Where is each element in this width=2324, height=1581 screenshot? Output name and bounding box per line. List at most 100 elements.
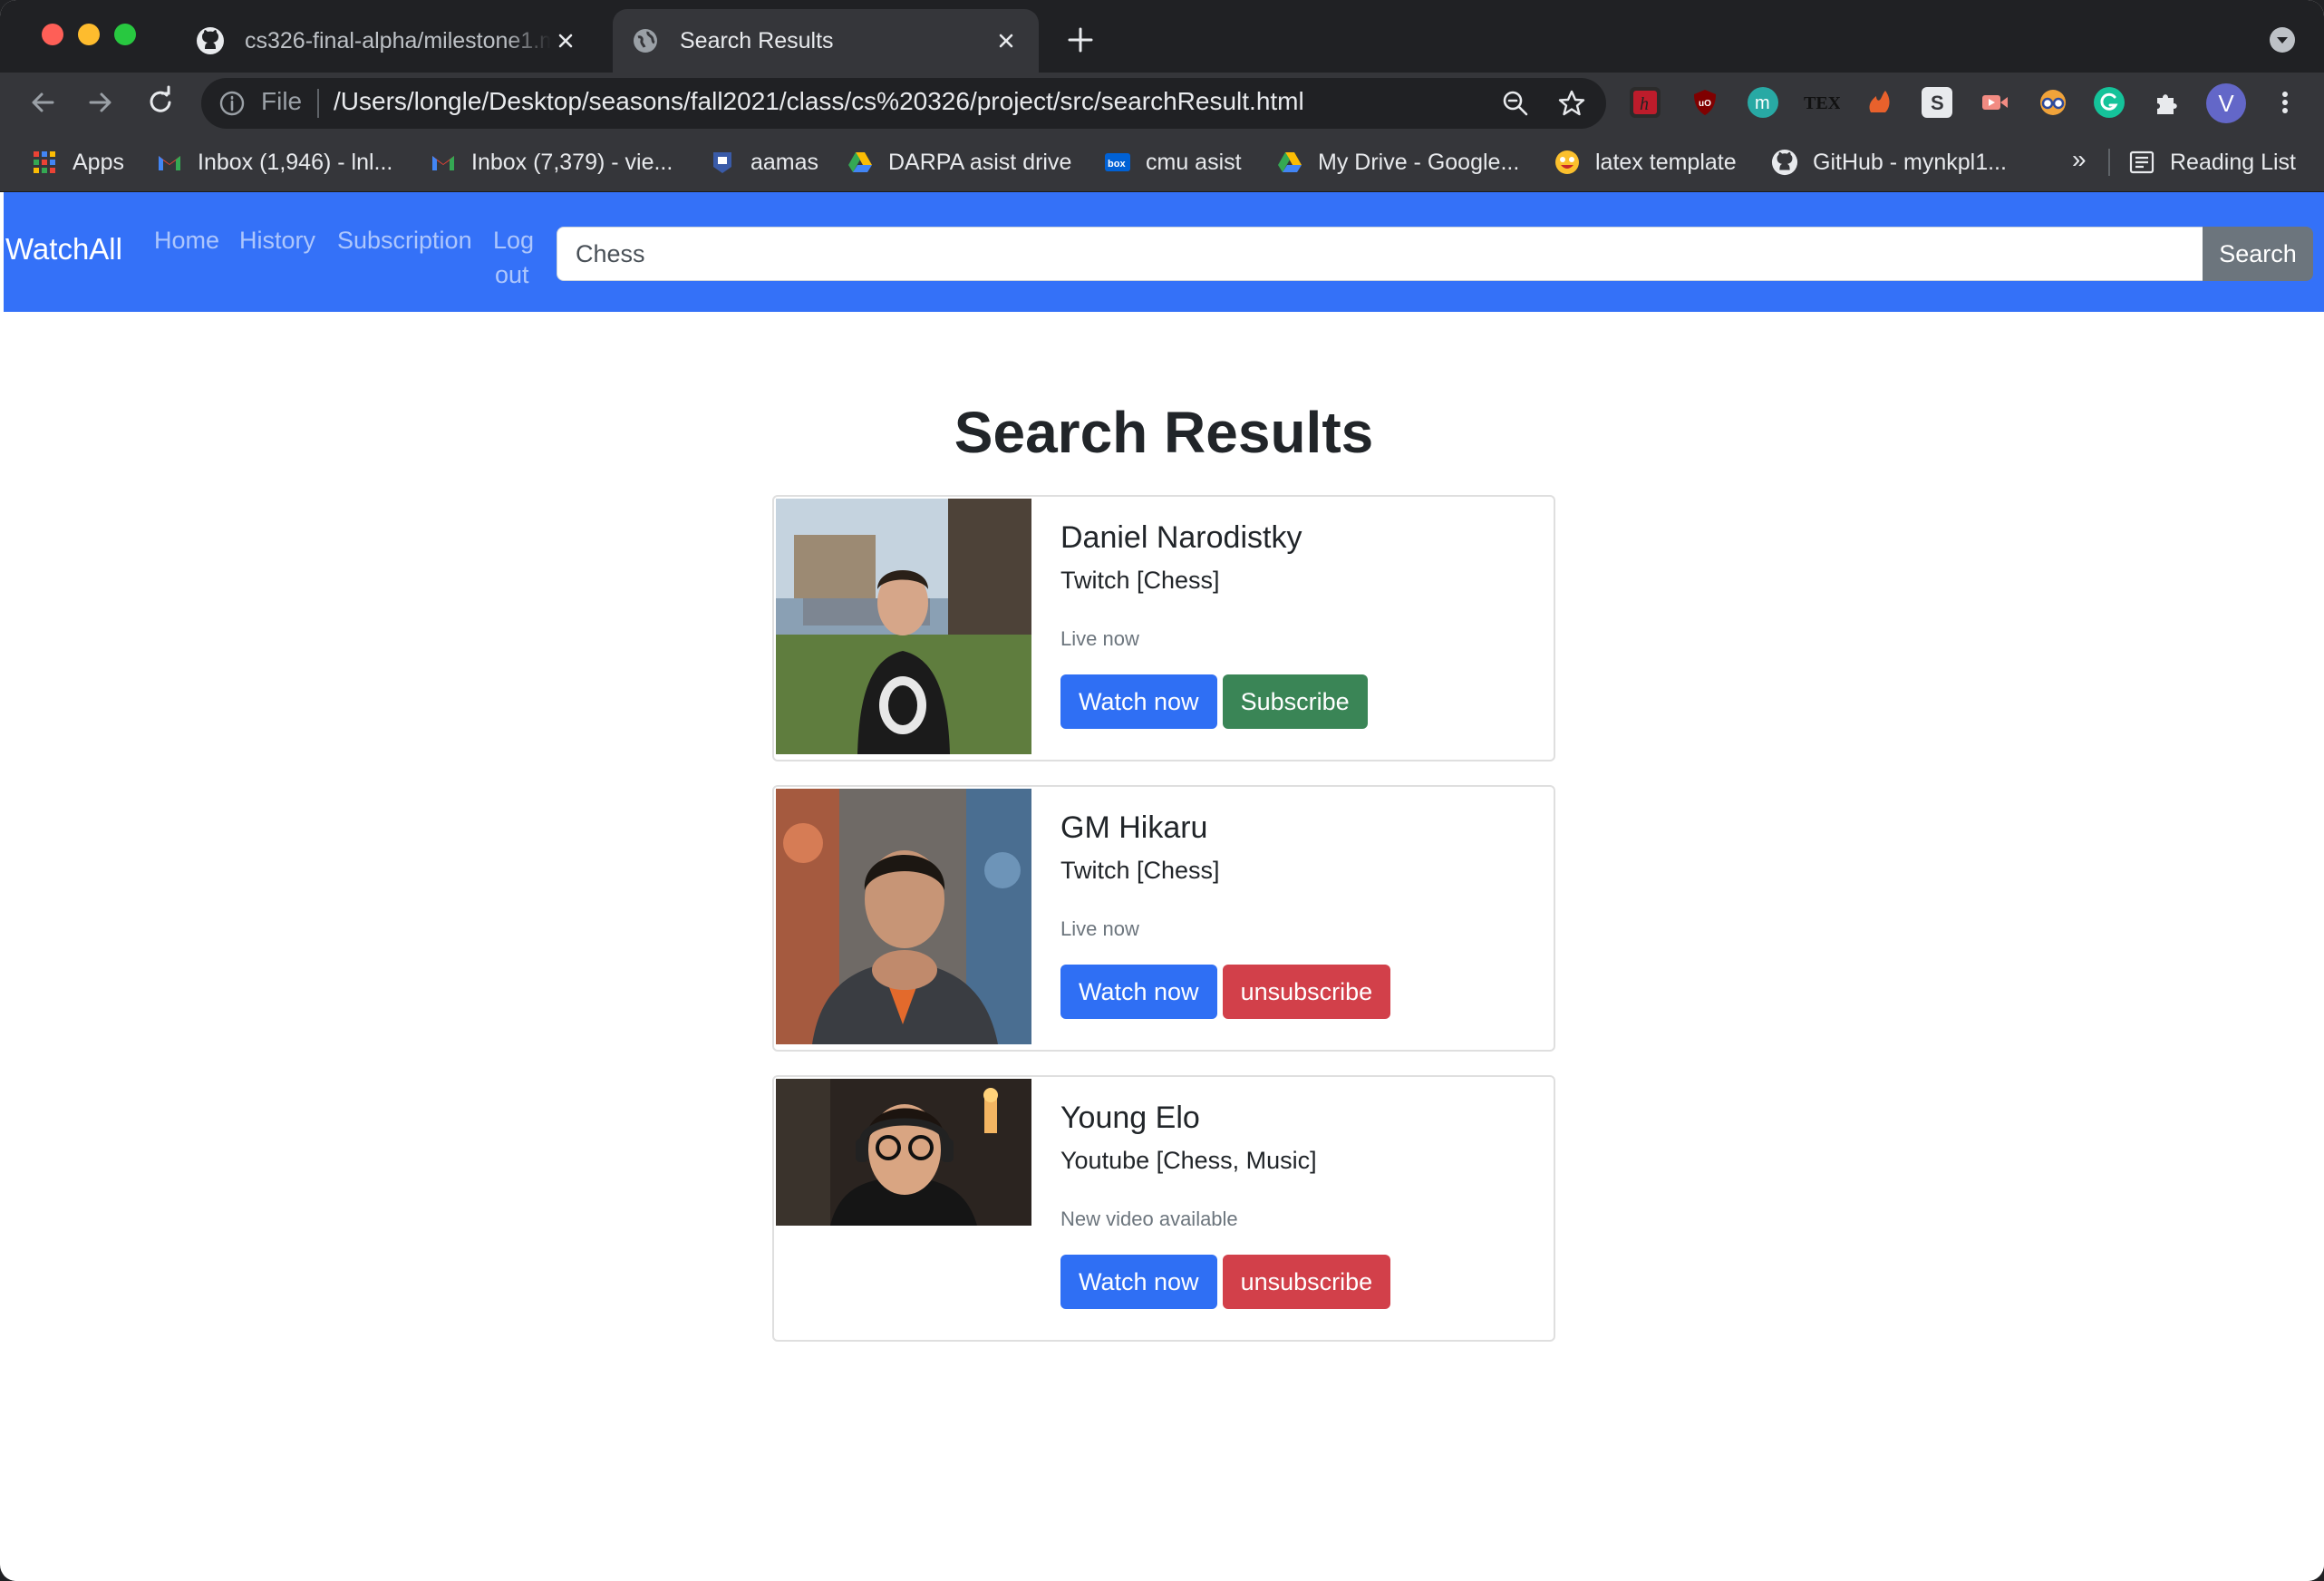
new-tab-plus-icon[interactable] xyxy=(1062,22,1099,58)
bookmark-label: DARPA asist drive xyxy=(888,149,1072,175)
streamer-photo xyxy=(776,789,1031,1044)
streamer-name: Young Elo xyxy=(1060,1101,1200,1135)
menu-kebab-icon[interactable] xyxy=(2270,87,2300,118)
bookmark-darpa-drive[interactable]: DARPA asist drive xyxy=(847,145,1071,179)
unsubscribe-button[interactable]: unsubscribe xyxy=(1222,1255,1391,1309)
minimize-window-button[interactable] xyxy=(78,24,100,45)
address-divider xyxy=(317,89,319,118)
close-tab-icon[interactable] xyxy=(992,26,1021,55)
grammarly-icon[interactable] xyxy=(2094,87,2125,118)
reading-list-button[interactable]: Reading List xyxy=(2128,145,2296,179)
tab-github[interactable]: cs326-final-alpha/milestone1.md xyxy=(178,9,598,73)
card-body: Daniel Narodistky Twitch [Chess] Live no… xyxy=(1060,520,1535,729)
svg-text:uO: uO xyxy=(1699,99,1711,109)
browser-window: cs326-final-alpha/milestone1.md Search R… xyxy=(0,0,2324,1581)
svg-text:m: m xyxy=(1755,93,1770,113)
streamer-name: GM Hikaru xyxy=(1060,810,1208,845)
hypothesis-icon[interactable]: h xyxy=(1630,87,1661,118)
reading-list-label: Reading List xyxy=(2170,149,2296,175)
address-bar[interactable]: File /Users/longle/Desktop/seasons/fall2… xyxy=(201,78,1606,129)
fire-extension-icon[interactable] xyxy=(1864,87,1894,118)
tab-title: cs326-final-alpha/milestone1.md xyxy=(245,27,551,53)
result-card: Young Elo Youtube [Chess, Music] New vid… xyxy=(772,1075,1555,1342)
box-icon: box xyxy=(1105,153,1130,171)
emoji-icon xyxy=(1555,150,1579,174)
result-card: Daniel Narodistky Twitch [Chess] Live no… xyxy=(772,495,1555,761)
search-input[interactable] xyxy=(557,227,2206,281)
svg-text:h: h xyxy=(1640,94,1649,114)
close-tab-icon[interactable] xyxy=(551,26,580,55)
bookmark-inbox-2[interactable]: Inbox (7,379) - vie... xyxy=(430,145,673,179)
nav-home-link[interactable]: Home xyxy=(154,223,219,257)
site-navbar: WatchAll Home History Subscription Log o… xyxy=(4,192,2324,312)
streamer-platform: Twitch [Chess] xyxy=(1060,857,1220,884)
m-extension-icon[interactable]: m xyxy=(1748,87,1778,118)
streamer-name: Daniel Narodistky xyxy=(1060,520,1302,555)
nav-history-link[interactable]: History xyxy=(239,223,315,257)
github-icon xyxy=(1771,149,1798,176)
subscribe-button[interactable]: Subscribe xyxy=(1222,674,1368,729)
url-text[interactable]: /Users/longle/Desktop/seasons/fall2021/c… xyxy=(334,87,1304,116)
site-info-icon[interactable] xyxy=(218,89,247,118)
streamer-photo xyxy=(776,1079,1031,1226)
bookmark-apps[interactable]: Apps xyxy=(31,145,124,179)
forward-arrow-icon[interactable] xyxy=(82,83,120,121)
nav-subscription-link[interactable]: Subscription xyxy=(337,223,472,257)
bookmark-label: cmu asist xyxy=(1146,149,1242,175)
bookmark-label: Inbox (7,379) - vie... xyxy=(471,149,673,175)
bookmark-star-icon[interactable] xyxy=(1555,87,1588,120)
tab-search-chevron-icon[interactable] xyxy=(2268,25,2297,54)
ublock-icon[interactable]: uO xyxy=(1690,87,1720,118)
watch-now-button[interactable]: Watch now xyxy=(1060,1255,1217,1309)
logout-label-line2: out xyxy=(495,261,529,288)
bookmark-cmu-asist[interactable]: box cmu asist xyxy=(1104,145,1242,179)
bookmark-aamas[interactable]: aamas xyxy=(709,145,818,179)
watch-now-button[interactable]: Watch now xyxy=(1060,674,1217,729)
scheme-label: File xyxy=(261,87,303,115)
close-window-button[interactable] xyxy=(42,24,63,45)
streamer-platform: Twitch [Chess] xyxy=(1060,567,1220,594)
stream-status: New video available xyxy=(1060,1208,1238,1230)
tab-strip: cs326-final-alpha/milestone1.md Search R… xyxy=(0,0,2324,73)
streamer-photo xyxy=(776,499,1031,754)
streamer-platform: Youtube [Chess, Music] xyxy=(1060,1147,1317,1174)
bookmark-github[interactable]: GitHub - mynkpl1... xyxy=(1771,145,2007,179)
reading-list-icon xyxy=(2129,150,2155,174)
reload-icon[interactable] xyxy=(141,83,179,121)
result-card: GM Hikaru Twitch [Chess] Live now Watch … xyxy=(772,785,1555,1052)
page-title: Search Results xyxy=(954,400,1374,465)
unsubscribe-button[interactable]: unsubscribe xyxy=(1222,965,1391,1019)
bookmark-label: latex template xyxy=(1595,149,1737,175)
card-body: GM Hikaru Twitch [Chess] Live now Watch … xyxy=(1060,810,1535,1019)
google-drive-icon xyxy=(1278,152,1302,172)
bookmark-latex-template[interactable]: latex template xyxy=(1554,145,1737,179)
bookmark-label: GitHub - mynkpl1... xyxy=(1813,149,2007,175)
svg-text:box: box xyxy=(1108,159,1126,170)
watch-now-button[interactable]: Watch now xyxy=(1060,965,1217,1019)
bookmark-inbox-1[interactable]: Inbox (1,946) - lnl... xyxy=(156,145,392,179)
github-icon xyxy=(197,27,224,54)
zoom-icon[interactable] xyxy=(1499,87,1532,120)
browser-toolbar: File /Users/longle/Desktop/seasons/fall2… xyxy=(0,73,2324,132)
maximize-window-button[interactable] xyxy=(114,24,136,45)
glasses-extension-icon[interactable] xyxy=(2038,87,2068,118)
back-arrow-icon[interactable] xyxy=(24,83,62,121)
bookmark-my-drive[interactable]: My Drive - Google... xyxy=(1276,145,1519,179)
tex-icon[interactable]: TEX xyxy=(1804,87,1842,118)
nav-logout-link[interactable]: Log out xyxy=(493,223,534,292)
search-button[interactable]: Search xyxy=(2203,227,2313,281)
svg-text:TEX: TEX xyxy=(1804,93,1840,113)
tab-search-results[interactable]: Search Results xyxy=(613,9,1039,73)
s-extension-icon[interactable]: S xyxy=(1922,87,1952,118)
logout-label-line1: Log xyxy=(493,227,535,254)
brand-logo[interactable]: WatchAll xyxy=(5,232,122,267)
bookmark-label: Apps xyxy=(73,149,124,175)
puzzle-icon[interactable] xyxy=(2152,87,2183,118)
bookmark-label: aamas xyxy=(750,149,819,175)
aamas-icon xyxy=(713,152,731,173)
profile-avatar[interactable]: V xyxy=(2206,83,2246,123)
gmail-icon xyxy=(159,156,180,170)
video-extension-icon[interactable] xyxy=(1980,87,2010,118)
svg-text:S: S xyxy=(1931,92,1944,114)
bookmarks-overflow-button[interactable]: » xyxy=(2072,145,2087,174)
